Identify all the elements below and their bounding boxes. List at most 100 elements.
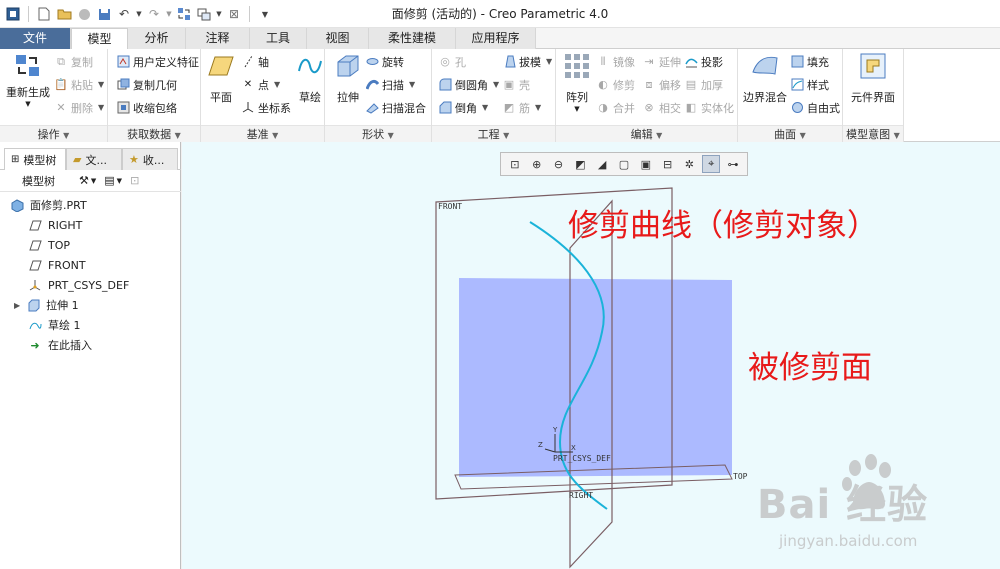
regenerate-button[interactable]: 重新生成 ▼ (6, 51, 50, 108)
tree-item-extrude[interactable]: ▶ 拉伸 1 (14, 296, 79, 314)
save-icon[interactable] (95, 5, 113, 23)
datum-display-icon[interactable]: ⊟ (659, 155, 677, 173)
draft-button[interactable]: 拔模 ▼ (502, 52, 552, 71)
chevron-down-icon[interactable]: ▼ (91, 177, 96, 185)
style-button[interactable]: 样式 (790, 75, 829, 94)
udf-button[interactable]: 用户定义特征 (116, 52, 199, 71)
axis-label-z: Z (538, 441, 543, 449)
shrinkwrap-button[interactable]: 收缩包络 (116, 98, 177, 117)
copy-geometry-button[interactable]: 复制几何 (116, 75, 177, 94)
redo-icon[interactable]: ↷ (145, 5, 163, 23)
zoom-in-icon[interactable]: ⊕ (528, 155, 546, 173)
swept-blend-button[interactable]: 扫描混合 (365, 98, 426, 117)
rib-button[interactable]: ◩ 筋 ▼ (502, 98, 541, 117)
fill-button[interactable]: 填充 (790, 52, 829, 71)
thicken-button[interactable]: ▤ 加厚 (684, 75, 723, 94)
plane-button[interactable]: 平面 (206, 51, 236, 105)
extrude-button[interactable]: 拉伸 (333, 51, 363, 105)
mirror-button[interactable]: ⫴ 镜像 (596, 52, 635, 71)
udf-icon (116, 55, 130, 69)
group-label-shapes[interactable]: 形状 ▼ (325, 125, 431, 142)
extend-button[interactable]: ⇥ 延伸 (642, 52, 681, 71)
boundary-blend-button[interactable]: 边界混合 (743, 51, 787, 105)
model-tree-menu[interactable]: 模型树 (22, 173, 55, 189)
spin-center-icon[interactable]: ⌖ (702, 155, 721, 173)
tab-analysis[interactable]: 分析 (128, 28, 186, 49)
tab-applications[interactable]: 应用程序 (456, 28, 536, 49)
group-label-engineering[interactable]: 工程 ▼ (432, 125, 555, 142)
trim-button[interactable]: ◐ 修剪 (596, 75, 635, 94)
copy-button[interactable]: ⧉ 复制 (54, 52, 93, 71)
paste-button[interactable]: 📋 粘贴 ▼ (54, 75, 104, 94)
delete-button[interactable]: ✕ 删除 ▼ (54, 98, 104, 117)
tab-tools[interactable]: 工具 (250, 28, 307, 49)
group-label-get-data[interactable]: 获取数据 ▼ (108, 125, 200, 142)
graphics-window[interactable]: FRONT TOP RIGHT PRT_CSYS_DEF Y Z X ⊡ ⊕ ⊖… (182, 142, 1000, 569)
windows-icon[interactable] (195, 5, 213, 23)
settings-icon[interactable]: ⚒ (79, 174, 89, 187)
customize-toolbar-icon[interactable]: ▼ (256, 5, 274, 23)
app-icon[interactable] (4, 5, 22, 23)
tab-flexible-modeling[interactable]: 柔性建模 (369, 28, 456, 49)
annotation-display-icon[interactable]: ✲ (680, 155, 698, 173)
tab-view[interactable]: 视图 (307, 28, 369, 49)
axis-button[interactable]: 轴 (241, 52, 269, 71)
group-label-operations[interactable]: 操作 ▼ (0, 125, 107, 142)
tab-file[interactable]: 文件 (0, 28, 71, 49)
tab-model[interactable]: 模型 (71, 28, 128, 50)
tree-item-sketch[interactable]: 草绘 1 (28, 316, 81, 334)
chevron-down-icon[interactable]: ▼ (117, 177, 122, 185)
show-icon[interactable]: ▤ (104, 174, 114, 187)
chevron-down-icon[interactable]: ▼ (215, 5, 223, 23)
group-label-model-intent[interactable]: 模型意图 ▼ (843, 125, 903, 142)
point-button[interactable]: ✕ 点 ▼ (241, 75, 280, 94)
chevron-down-icon[interactable]: ▼ (165, 5, 173, 23)
repaint-icon[interactable]: ◩ (571, 155, 589, 173)
group-label-editing[interactable]: 编辑 ▼ (556, 125, 737, 142)
pattern-button[interactable]: 阵列 ▼ (562, 51, 592, 113)
tab-folder-browser[interactable]: ▰ 文... (66, 148, 122, 170)
expand-arrow-icon[interactable]: ▶ (14, 301, 20, 310)
tab-annotate[interactable]: 注释 (186, 28, 250, 49)
display-style-icon[interactable]: ◢ (593, 155, 611, 173)
sweep-button[interactable]: 扫描 ▼ (365, 75, 415, 94)
csys-button[interactable]: 坐标系 (241, 98, 291, 117)
saved-orientations-icon[interactable]: ▢ (615, 155, 633, 173)
tree-item-top[interactable]: TOP (28, 236, 70, 254)
round-button[interactable]: 倒圆角 ▼ (438, 75, 499, 94)
perspective-icon[interactable]: ⊶ (724, 155, 742, 173)
tab-model-tree[interactable]: ⊞ 模型树 (4, 148, 66, 170)
hole-button[interactable]: ◎ 孔 (438, 52, 466, 71)
intersect-button[interactable]: ⊗ 相交 (642, 98, 681, 117)
tab-favorites[interactable]: ★ 收... (122, 148, 178, 170)
tree-item-csys[interactable]: PRT_CSYS_DEF (28, 276, 129, 294)
offset-button[interactable]: ⧈ 偏移 (642, 75, 682, 94)
chamfer-button[interactable]: 倒角 ▼ (438, 98, 488, 117)
tree-item-insert-here[interactable]: ➜ 在此插入 (28, 336, 92, 354)
sketch-button[interactable]: 草绘 (295, 51, 325, 105)
solidify-button[interactable]: ◧ 实体化 (684, 98, 734, 117)
disk-icon[interactable] (75, 5, 93, 23)
project-button[interactable]: 投影 (684, 52, 723, 71)
refit-icon[interactable]: ⊡ (506, 155, 524, 173)
merge-button[interactable]: ◑ 合并 (596, 98, 635, 117)
chevron-down-icon[interactable]: ▼ (135, 5, 143, 23)
tree-item-right[interactable]: RIGHT (28, 216, 82, 234)
view-manager-icon[interactable]: ▣ (637, 155, 655, 173)
close-window-icon[interactable]: ⊠ (225, 5, 243, 23)
zoom-out-icon[interactable]: ⊖ (550, 155, 568, 173)
shell-button[interactable]: ▣ 壳 (502, 75, 530, 94)
open-folder-icon[interactable] (55, 5, 73, 23)
tree-item-part[interactable]: 面修剪.PRT (10, 196, 87, 214)
trimmed-surface[interactable] (459, 278, 732, 477)
component-interface-button[interactable]: 元件界面 (851, 51, 895, 105)
new-file-icon[interactable] (35, 5, 53, 23)
group-label-datum[interactable]: 基准 ▼ (201, 125, 324, 142)
undo-icon[interactable]: ↶ (115, 5, 133, 23)
regenerate-small-icon[interactable] (175, 5, 193, 23)
freestyle-button[interactable]: 自由式 (790, 98, 840, 117)
tree-item-front[interactable]: FRONT (28, 256, 86, 274)
filter-icon[interactable]: ⊡ (130, 174, 139, 187)
group-label-surfaces[interactable]: 曲面 ▼ (738, 125, 842, 142)
revolve-button[interactable]: 旋转 (365, 52, 404, 71)
